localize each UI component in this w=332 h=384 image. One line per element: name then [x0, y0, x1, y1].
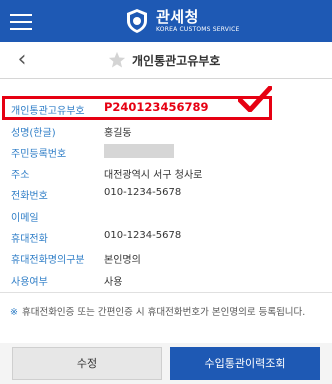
row-value: 010-1234-5678 [104, 230, 182, 241]
page-title: 개인통관고유부호 [132, 53, 221, 68]
row-label: 전화번호 [11, 191, 48, 202]
footer: 수정 수입통관이력조회 [0, 343, 332, 384]
row-label: 휴대전화 [11, 234, 48, 245]
table-row: 휴대전화명의구분 본인명의 [0, 247, 332, 267]
row-label: 주소 [11, 170, 30, 181]
row-label: 성명(한글) [11, 128, 56, 139]
table-row: 주소 대전광역시 서구 청사로 [0, 162, 332, 182]
notice: ※ 휴대전화인증 또는 간편인증 시 휴대전화번호가 본인명의로 등록됩니다. [10, 304, 326, 322]
row-label: 휴대전화명의구분 [11, 255, 85, 266]
row-value: 대전광역시 서구 청사로 [104, 170, 203, 181]
table-row: 주민등록번호 [0, 141, 332, 161]
table-row: 이메일 [0, 205, 332, 225]
back-button[interactable]: ‹ [10, 48, 34, 72]
edit-button[interactable]: 수정 [12, 347, 162, 380]
hamburger-menu-icon[interactable] [10, 12, 34, 30]
brand-subtitle: KOREA CUSTOMS SERVICE [156, 25, 240, 33]
row-value: 010-1234-5678 [104, 187, 182, 198]
table-row: 사용여부 사용 [0, 269, 332, 289]
row-value: 본인명의 [104, 255, 141, 266]
table-row: 휴대전화 010-1234-5678 [0, 226, 332, 246]
brand-logo[interactable]: 관세청 KOREA CUSTOMS SERVICE [124, 6, 239, 36]
row-label: 사용여부 [11, 277, 48, 288]
row-value: 사용 [104, 277, 123, 288]
brand-title: 관세청 [156, 7, 199, 26]
checkmark-icon [238, 86, 272, 112]
table-row: 성명(한글) 홍길동 [0, 120, 332, 140]
table-row: 전화번호 010-1234-5678 [0, 183, 332, 203]
notice-mark: ※ [10, 307, 18, 318]
row-label: 주민등록번호 [11, 149, 67, 160]
star-icon[interactable] [108, 51, 126, 69]
masked-value [104, 144, 174, 158]
page-header: ‹ 개인통관고유부호 [0, 42, 332, 79]
row-value: 홍길동 [104, 128, 132, 139]
import-history-button[interactable]: 수입통관이력조회 [170, 347, 320, 380]
highlight-box [2, 96, 272, 120]
row-label: 이메일 [11, 213, 39, 224]
notice-text: 휴대전화인증 또는 간편인증 시 휴대전화번호가 본인명의로 등록됩니다. [21, 307, 306, 318]
top-bar: 관세청 KOREA CUSTOMS SERVICE [0, 0, 332, 42]
chevron-left-icon: ‹ [17, 47, 27, 72]
customs-emblem-icon [127, 9, 147, 33]
divider [0, 292, 332, 293]
